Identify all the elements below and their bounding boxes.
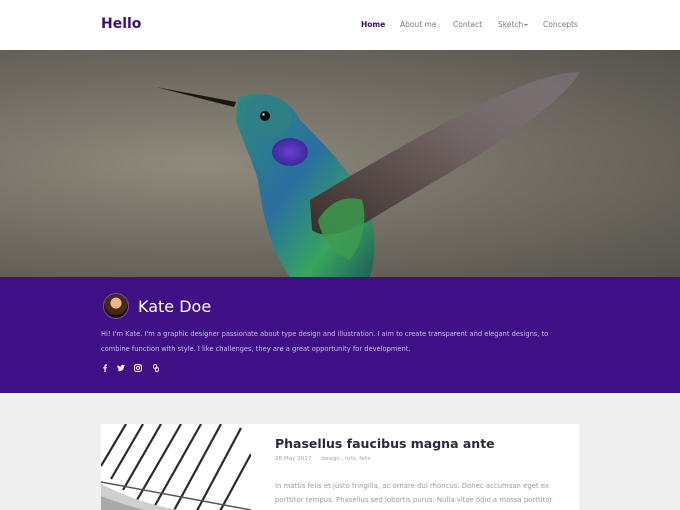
avatar <box>103 293 129 319</box>
nav-about-me[interactable]: About me <box>400 20 436 29</box>
building-image <box>101 424 251 510</box>
nav-home[interactable]: Home <box>361 20 385 29</box>
post-thumbnail[interactable] <box>101 424 251 510</box>
post-excerpt: In mattis felis et justo fringilla, ac o… <box>275 482 553 504</box>
main-nav: Home About me Contact Sketch Concepts <box>0 20 680 34</box>
hero-image <box>0 50 680 277</box>
post-title[interactable]: Phasellus faucibus magna ante <box>275 436 495 451</box>
profile-name: Kate Doe <box>138 297 212 316</box>
facebook-icon[interactable] <box>101 364 109 372</box>
link-icon[interactable] <box>152 364 160 372</box>
nav-contact[interactable]: Contact <box>453 20 482 29</box>
post-tags[interactable]: design , info, felis <box>321 456 370 462</box>
post-meta: 28 May 2017 design , info, felis <box>275 456 371 462</box>
profile-bio: Hi! I'm Kate. I'm a graphic designer pas… <box>101 330 549 353</box>
hummingbird-image <box>156 72 580 277</box>
twitter-icon[interactable] <box>117 364 125 372</box>
profile-section: Kate Doe Hi! I'm Kate. I'm a graphic des… <box>0 277 680 393</box>
post-card[interactable]: Phasellus faucibus magna ante 28 May 201… <box>101 424 579 510</box>
nav-sketch-label: Sketch <box>498 20 524 29</box>
instagram-icon[interactable] <box>134 364 142 372</box>
site-header: Hello Home About me Contact Sketch Conce… <box>0 0 680 50</box>
nav-concepts[interactable]: Concepts <box>543 20 578 29</box>
nav-sketch[interactable]: Sketch <box>498 20 529 29</box>
chevron-down-icon <box>524 24 529 26</box>
post-date: 28 May 2017 <box>275 456 312 462</box>
